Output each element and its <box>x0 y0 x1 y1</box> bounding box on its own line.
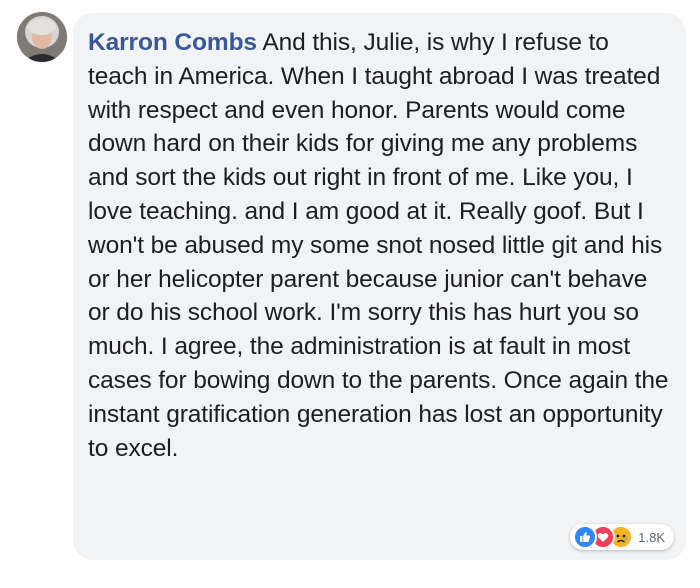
comment-body: Karron Combs And this, Julie, is why I r… <box>88 26 672 465</box>
reaction-count: 1.8K <box>638 529 665 545</box>
reactions-summary[interactable]: 1.8K <box>570 524 674 550</box>
author-avatar[interactable] <box>17 12 67 62</box>
comment-text: And this, Julie, is why I refuse to teac… <box>88 29 669 462</box>
author-name-link[interactable]: Karron Combs <box>88 29 257 56</box>
comment-bubble: Karron Combs And this, Julie, is why I r… <box>73 13 686 560</box>
avatar-photo <box>17 12 67 62</box>
